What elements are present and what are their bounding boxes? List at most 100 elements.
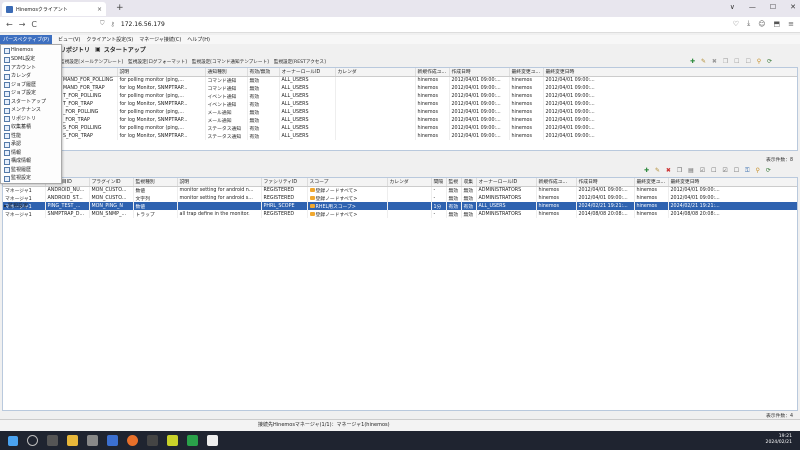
close-window-icon[interactable]: ✕ <box>790 3 796 11</box>
enable-monitor-icon[interactable]: ☑ <box>700 167 705 174</box>
column-header[interactable]: スコープ <box>307 178 388 187</box>
column-header[interactable]: プラグインID <box>89 178 134 187</box>
maximize-icon[interactable]: ☐ <box>770 3 776 11</box>
tab-log-format[interactable]: 監視設定[ログフォーマット] <box>128 59 187 65</box>
column-header[interactable]: 監視 <box>446 178 462 187</box>
extensions-icon[interactable]: ⬒ <box>774 20 781 28</box>
pocket-icon[interactable]: ♡ <box>733 20 739 28</box>
account-icon[interactable]: ☺ <box>758 20 765 28</box>
perspective-item[interactable]: アカウント <box>1 63 61 72</box>
column-header[interactable]: オーナーロールID <box>279 68 336 77</box>
vscode-icon[interactable] <box>107 435 118 446</box>
perspective-item[interactable]: 性能 <box>1 131 61 140</box>
column-header[interactable]: 作成日時 <box>576 178 635 187</box>
copy-monitor-icon[interactable]: ❐ <box>677 167 682 174</box>
monitor-settings-view-tab[interactable]: 監視設定 <box>4 202 28 209</box>
menu-manager-connection[interactable]: マネージャ接続(C) <box>139 36 181 43</box>
notepad-icon[interactable] <box>207 435 218 446</box>
terminal-icon[interactable] <box>147 435 158 446</box>
collect-disable-icon[interactable]: ☐ <box>734 167 739 174</box>
table-row[interactable]: T_FOR_POLLING for polling monitor (ping,.… <box>61 92 797 100</box>
table-row[interactable]: MAND_FOR_POLLING for polling monitor (pin… <box>61 76 797 84</box>
menu-client-settings[interactable]: クライアント設定(S) <box>86 36 133 43</box>
back-icon[interactable]: ← <box>6 20 13 29</box>
reload-icon[interactable]: C <box>31 20 37 29</box>
minimize-icon[interactable]: — <box>749 3 756 11</box>
column-header[interactable]: 通知種別 <box>205 68 248 77</box>
column-header[interactable]: 有効/無効 <box>247 68 280 77</box>
table-row[interactable]: _FOR_POLLING for polling monitor (ping,..… <box>61 108 797 116</box>
tab-command-template[interactable]: 監視設定[コマンド通知テンプレート] <box>192 59 269 65</box>
app-icon[interactable] <box>87 435 98 446</box>
enable-icon[interactable]: ☐ <box>734 58 739 65</box>
column-header[interactable]: 作成日時 <box>449 68 510 77</box>
add-icon[interactable]: ✚ <box>690 58 695 65</box>
address-bar[interactable]: ⛉ ⚷ 172.16.56.179 <box>100 20 165 28</box>
tab-list-icon[interactable]: ∨ <box>730 3 735 11</box>
tab-rest-access[interactable]: 監視設定[RESTアクセス] <box>274 59 326 65</box>
delete-icon[interactable]: ✖ <box>712 58 717 65</box>
perspective-item[interactable]: 収集蓄積 <box>1 123 61 132</box>
column-header[interactable]: オーナーロールID <box>476 178 537 187</box>
search-icon[interactable] <box>27 435 38 446</box>
file-explorer-icon[interactable] <box>67 435 78 446</box>
perspective-item[interactable]: 構成情報 <box>1 157 61 166</box>
perspective-item[interactable]: カレンダ <box>1 72 61 81</box>
delete-monitor-icon[interactable]: ✖ <box>666 167 671 174</box>
collect-enable-icon[interactable]: ☑ <box>722 167 727 174</box>
add-monitor-icon[interactable]: ✚ <box>644 167 649 174</box>
firefox-icon[interactable] <box>127 435 138 446</box>
column-header[interactable]: 最終変更日時 <box>668 178 797 187</box>
perspective-item[interactable]: メンテナンス <box>1 106 61 115</box>
perspective-item[interactable]: 情報 <box>1 148 61 157</box>
column-header[interactable]: 最終変更ユ... <box>509 68 544 77</box>
tab-mail-template[interactable]: 監視設定[メールテンプレート] <box>60 59 123 65</box>
table-row[interactable]: マネージャ1 ANDROID_NU... MON_CUSTO... 数値 monitor… <box>3 186 797 194</box>
table-row[interactable]: T_FOR_TRAP for log Monitor, SNMPTRAP... イベ… <box>61 100 797 108</box>
edit-monitor-icon[interactable]: ✎ <box>655 167 660 174</box>
downloads-icon[interactable]: ⤓ <box>747 19 750 28</box>
edit-icon[interactable]: ✎ <box>701 58 706 65</box>
perspective-item[interactable]: 監視履歴 <box>1 165 61 174</box>
taskbar-clock[interactable]: 19:21 2024/02/21 <box>766 434 792 446</box>
perspective-item[interactable]: Hinemos <box>1 46 61 55</box>
start-icon[interactable] <box>8 435 18 446</box>
graph-icon[interactable]: ▤ <box>688 167 694 174</box>
object-privilege-icon[interactable]: ⚿ <box>745 167 750 174</box>
table-row[interactable]: マネージャ1 SNMPTRAP_D... MON_SNMP_... トラップ all t… <box>3 210 797 218</box>
close-tab-icon[interactable]: × <box>97 6 102 13</box>
app2-icon[interactable] <box>167 435 178 446</box>
perspective-item[interactable]: ジョブ設定 <box>1 89 61 98</box>
new-tab-button[interactable]: + <box>116 3 124 13</box>
menu-view[interactable]: ビュー(V) <box>58 36 80 43</box>
column-header[interactable]: 最終変更ユ... <box>634 178 669 187</box>
browser-tab[interactable]: Hinemosクライアント × <box>2 2 106 16</box>
disable-monitor-icon[interactable]: ☐ <box>711 167 716 174</box>
disable-icon[interactable]: ☐ <box>745 58 750 65</box>
table-row[interactable]: MAND_FOR_TRAP for log Monitor, SNMPTRAP..… <box>61 84 797 92</box>
table-row[interactable]: マネージャ1 PING_TEST_... MON_PING_N 数値 PHRL_SCOP… <box>3 202 797 210</box>
perspective-item[interactable]: SDML設定 <box>1 55 61 64</box>
app3-icon[interactable] <box>187 435 198 446</box>
copy-icon[interactable]: ❐ <box>723 58 728 65</box>
refresh-monitor-icon[interactable]: ⟳ <box>766 167 771 174</box>
perspective-startup[interactable]: スタートアップ <box>104 45 146 54</box>
table-row[interactable]: S_FOR_TRAP for log Monitor, SNMPTRAP... ステ… <box>61 132 797 140</box>
table-row[interactable]: S_FOR_POLLING for polling monitor (ping,.… <box>61 124 797 132</box>
column-header[interactable]: 説明 <box>117 68 206 77</box>
column-header[interactable]: 間隔 <box>431 178 447 187</box>
perspective-item[interactable]: リポジトリ <box>1 114 61 123</box>
column-header[interactable]: 新規作成ユ... <box>415 68 450 77</box>
column-header[interactable]: 説明 <box>177 178 262 187</box>
filter-icon[interactable]: ⚲ <box>757 58 761 65</box>
column-header[interactable]: 新規作成ユ... <box>536 178 577 187</box>
table-row[interactable]: _FOR_TRAP for log Monitor, SNMPTRAP... メール… <box>61 116 797 124</box>
app-menu-icon[interactable]: ≡ <box>788 20 794 28</box>
perspective-item[interactable]: スタートアップ <box>1 97 61 106</box>
table-row[interactable]: マネージャ1 ANDROID_ST... MON_CUSTO... 文字列 monito… <box>3 194 797 202</box>
menu-perspective[interactable]: パースペクティブ(P) <box>0 35 53 44</box>
column-header[interactable]: カレンダ <box>387 178 432 187</box>
refresh-icon[interactable]: ⟳ <box>767 58 772 65</box>
column-header[interactable]: 最終変更日時 <box>543 68 797 77</box>
menu-help[interactable]: ヘルプ(H) <box>187 36 210 43</box>
